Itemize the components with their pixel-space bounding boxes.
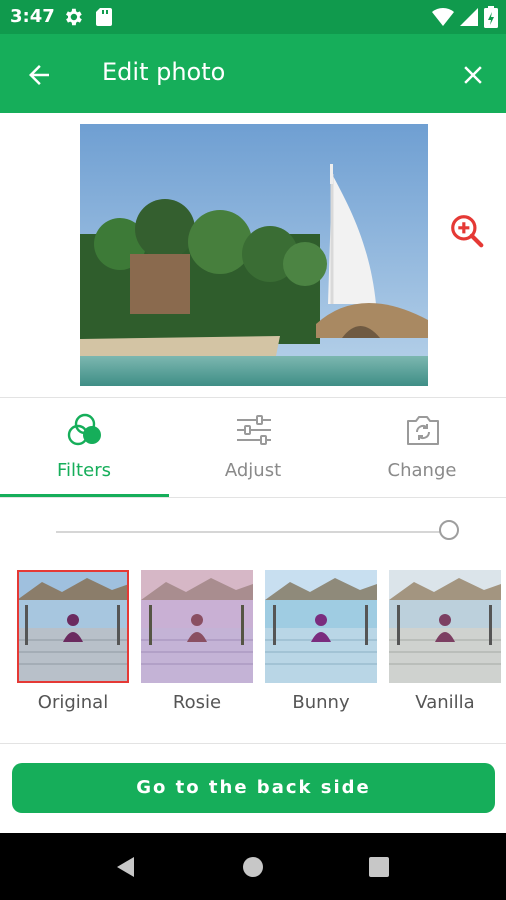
intensity-slider-thumb[interactable] xyxy=(439,520,459,540)
sd-card-icon xyxy=(96,8,112,26)
change-photo-icon xyxy=(407,416,439,445)
adjust-icon xyxy=(237,415,271,445)
divider xyxy=(0,397,506,398)
filter-rosie[interactable]: Rosie xyxy=(141,570,253,713)
filter-label: Bunny xyxy=(292,692,350,713)
wifi-icon xyxy=(432,7,454,27)
gear-icon xyxy=(66,8,82,26)
tab-label: Filters xyxy=(57,460,111,481)
nav-back-icon[interactable] xyxy=(114,855,138,879)
filter-vanilla[interactable]: Vanilla xyxy=(389,570,501,713)
tab-filters[interactable]: Filters xyxy=(0,400,168,496)
intensity-slider-track[interactable] xyxy=(56,531,450,533)
app-bar: Edit photo xyxy=(0,34,506,113)
tab-adjust[interactable]: Adjust xyxy=(169,400,337,496)
tab-label: Change xyxy=(387,460,457,481)
tab-change[interactable]: Change xyxy=(338,400,506,496)
signal-icon xyxy=(460,8,478,26)
zoom-in-icon[interactable] xyxy=(448,212,486,250)
filter-label: Rosie xyxy=(172,692,222,713)
filter-bunny[interactable]: Bunny xyxy=(265,570,377,713)
page-title: Edit photo xyxy=(102,58,226,86)
filter-thumbnail xyxy=(265,570,377,683)
photo-scene xyxy=(80,124,428,386)
filter-original[interactable]: Original xyxy=(17,570,129,713)
filter-thumbnail xyxy=(17,570,129,683)
filter-thumbnail xyxy=(389,570,501,683)
filter-label: Original xyxy=(37,692,109,713)
arrow-back-icon[interactable] xyxy=(24,60,54,90)
divider xyxy=(0,743,506,744)
divider xyxy=(0,497,506,498)
filter-thumbnail xyxy=(141,570,253,683)
status-bar: 3:47 xyxy=(0,0,506,34)
filter-label: Vanilla xyxy=(415,692,475,713)
battery-icon xyxy=(484,6,498,28)
status-time: 3:47 xyxy=(10,6,55,27)
filters-icon xyxy=(67,413,101,446)
nav-home-icon[interactable] xyxy=(243,857,263,877)
close-icon[interactable] xyxy=(458,60,488,90)
system-nav-bar xyxy=(0,833,506,900)
nav-recents-icon[interactable] xyxy=(369,857,389,877)
photo-preview[interactable] xyxy=(80,124,428,386)
tab-label: Adjust xyxy=(224,460,282,481)
go-to-back-side-button[interactable]: Go to the back side xyxy=(12,763,495,813)
